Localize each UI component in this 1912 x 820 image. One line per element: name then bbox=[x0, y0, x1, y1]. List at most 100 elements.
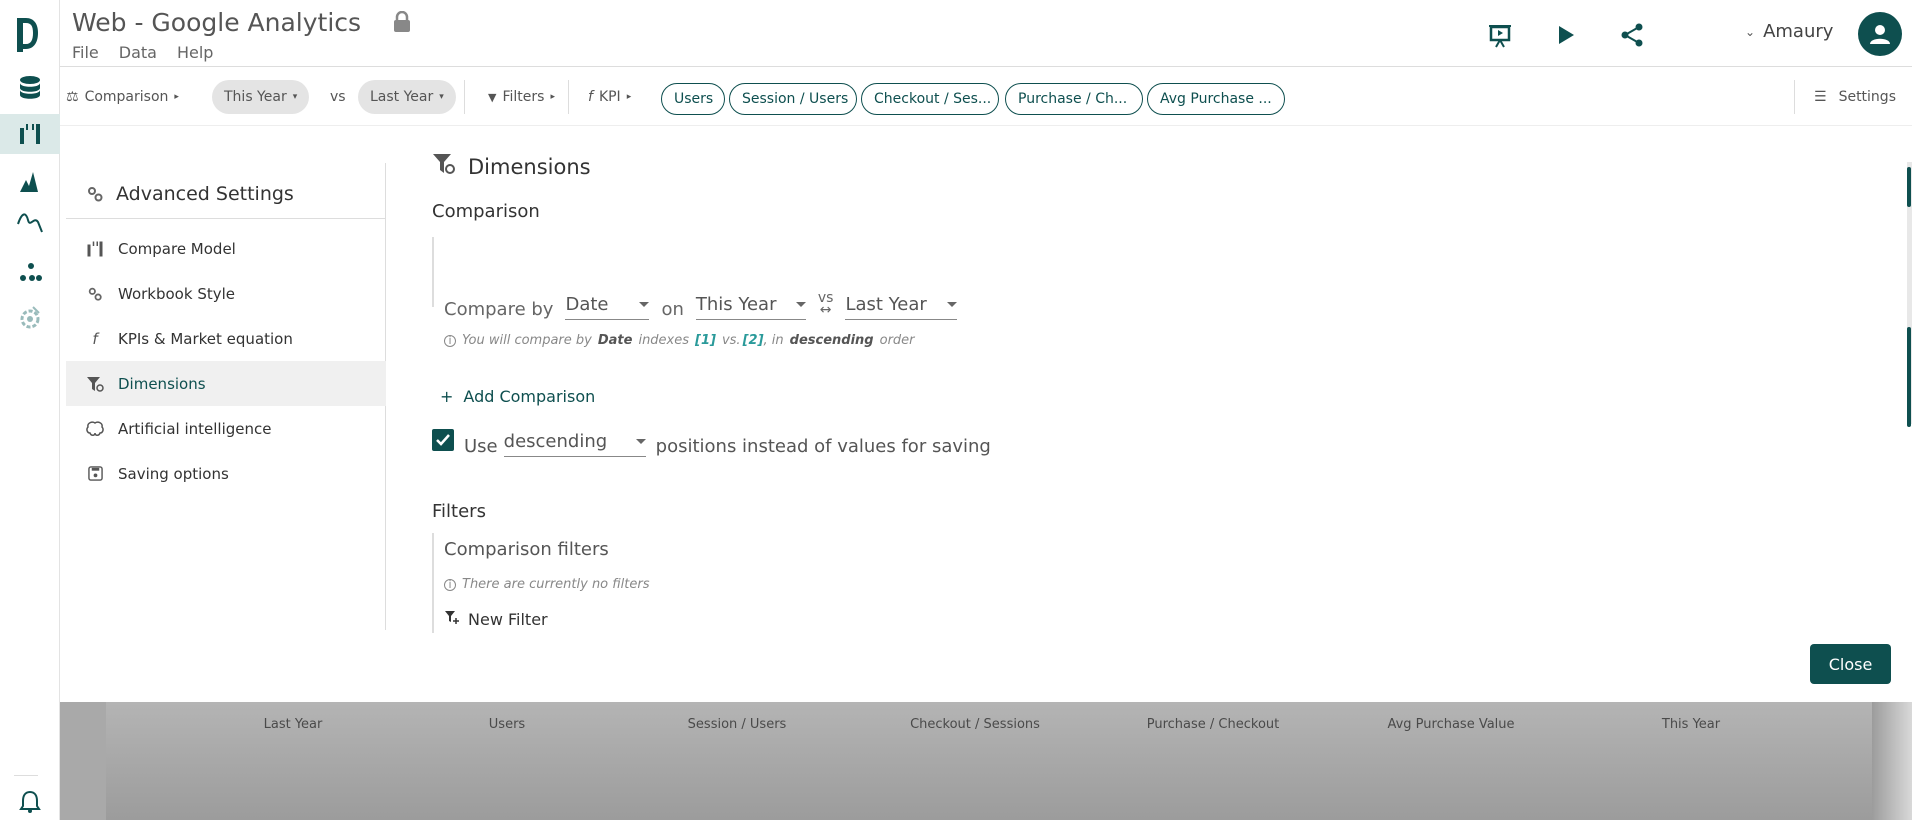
column-header: Session / Users bbox=[687, 717, 787, 732]
column-header: Users bbox=[488, 717, 526, 732]
no-filters-text: There are currently no filters bbox=[462, 577, 650, 592]
play-icon[interactable] bbox=[1551, 20, 1581, 50]
filters-label: Filters bbox=[502, 89, 545, 105]
no-filters-note: i There are currently no filters bbox=[444, 577, 650, 592]
save-icon bbox=[86, 465, 104, 483]
filter-gear-icon bbox=[432, 152, 456, 181]
caret-down-icon: ▾ bbox=[439, 92, 444, 102]
caret-right-icon: ▸ bbox=[550, 92, 555, 102]
kpi-menu[interactable]: f KPI ▸ bbox=[588, 80, 631, 114]
sidebar-item-label: Dimensions bbox=[118, 374, 206, 393]
kpi-label: KPI bbox=[598, 89, 621, 105]
kpi-pill-purchase-checkout[interactable]: Purchase / Ch... bbox=[1005, 83, 1143, 115]
sidebar-item-dimensions[interactable]: Dimensions bbox=[66, 361, 386, 406]
on-label: on bbox=[661, 299, 684, 320]
use-positions-checkbox[interactable] bbox=[432, 429, 454, 451]
ai-gear-icon[interactable] bbox=[0, 298, 60, 338]
sidebar-item-label: KPIs & Market equation bbox=[118, 329, 293, 348]
panel-title-label: Dimensions bbox=[468, 154, 591, 179]
note-text: vs. bbox=[721, 333, 741, 348]
add-comparison-label: Add Comparison bbox=[463, 387, 596, 406]
bell-icon[interactable] bbox=[0, 782, 60, 820]
close-button[interactable]: Close bbox=[1810, 644, 1891, 684]
last-year-label: Last Year bbox=[370, 89, 434, 105]
on-select[interactable]: This Year bbox=[695, 294, 806, 320]
use-label: Use bbox=[464, 436, 498, 457]
comparison-menu[interactable]: ⚖ Comparison ▸ bbox=[66, 80, 179, 114]
sidebar-divider bbox=[66, 218, 386, 219]
add-comparison-button[interactable]: + Add Comparison bbox=[440, 387, 595, 406]
vs-select[interactable]: Last Year bbox=[845, 294, 958, 320]
compare-model-icon bbox=[86, 240, 104, 258]
info-icon: i bbox=[444, 578, 456, 591]
brain-icon bbox=[86, 420, 104, 438]
scrollbar-thumb[interactable] bbox=[1907, 327, 1911, 427]
database-icon[interactable] bbox=[0, 68, 60, 108]
scale-icon: ⚖ bbox=[66, 89, 79, 105]
function-icon: f bbox=[588, 89, 593, 105]
comparison-heading: Comparison bbox=[432, 201, 540, 222]
kpi-pill-avg-purchase[interactable]: Avg Purchase ... bbox=[1147, 83, 1285, 115]
new-filter-button[interactable]: New Filter bbox=[444, 609, 548, 629]
share-icon[interactable] bbox=[1617, 20, 1647, 50]
app-logo[interactable] bbox=[14, 16, 40, 54]
rail-divider bbox=[14, 775, 38, 776]
compare-by-select[interactable]: Date bbox=[565, 294, 650, 320]
column-header: Last Year bbox=[263, 717, 323, 732]
filters-heading: Filters bbox=[432, 501, 486, 522]
user-menu[interactable]: ⌄ Amaury bbox=[1745, 21, 1833, 42]
menu-help[interactable]: Help bbox=[177, 43, 213, 62]
vs-label: vs bbox=[330, 89, 346, 105]
sidebar-item-saving[interactable]: Saving options bbox=[66, 451, 386, 496]
filters-menu[interactable]: ▼ Filters ▸ bbox=[488, 80, 555, 114]
avatar[interactable] bbox=[1858, 12, 1902, 56]
swap-vs-button[interactable]: vs ↔ bbox=[818, 291, 834, 320]
order-select[interactable]: descending bbox=[503, 431, 646, 457]
note-index-1: [1] bbox=[695, 333, 716, 348]
chevron-down-icon: ⌄ bbox=[1745, 24, 1756, 39]
sidebar-item-compare-model[interactable]: Compare Model bbox=[66, 226, 386, 271]
swap-arrows-icon: ↔ bbox=[819, 302, 832, 318]
caret-down-icon bbox=[795, 302, 806, 307]
menu-data[interactable]: Data bbox=[119, 43, 157, 62]
sidebar-item-workbook-style[interactable]: Workbook Style bbox=[66, 271, 386, 316]
order-value: descending bbox=[503, 431, 608, 452]
sidebar-item-label: Saving options bbox=[118, 464, 229, 483]
compare-row: Compare by Date on This Year vs ↔ Last Y… bbox=[444, 291, 958, 320]
settings-button[interactable]: ☰ Settings bbox=[1814, 80, 1896, 114]
caret-down-icon bbox=[639, 302, 650, 307]
section-border bbox=[432, 237, 434, 307]
chart-peak-icon[interactable] bbox=[0, 162, 60, 202]
gears-icon bbox=[86, 285, 104, 303]
menu-file[interactable]: File bbox=[72, 43, 99, 62]
sidebar-item-ai[interactable]: Artificial intelligence bbox=[66, 406, 386, 451]
settings-label: Settings bbox=[1838, 89, 1896, 105]
curve-icon[interactable] bbox=[0, 202, 60, 242]
menu-bar: File Data Help bbox=[72, 43, 213, 62]
presentation-icon[interactable] bbox=[1485, 20, 1515, 50]
caret-down-icon bbox=[635, 439, 646, 444]
this-year-label: This Year bbox=[224, 89, 287, 105]
advanced-settings-modal: Advanced Settings Compare Model Workbook… bbox=[60, 127, 1912, 702]
scatter-icon[interactable] bbox=[0, 252, 60, 292]
note-text: You will compare by bbox=[462, 333, 592, 348]
note-order: descending bbox=[789, 333, 874, 348]
compare-by-label: Compare by bbox=[444, 299, 554, 320]
compare-model-icon[interactable] bbox=[0, 114, 60, 154]
lock-icon[interactable] bbox=[393, 10, 411, 37]
caret-right-icon: ▸ bbox=[626, 92, 632, 102]
app-title: Web - Google Analytics bbox=[72, 8, 362, 37]
toolbar-divider bbox=[1794, 80, 1795, 114]
info-icon: i bbox=[444, 334, 456, 347]
plus-icon: + bbox=[440, 387, 454, 406]
sidebar-item-label: Workbook Style bbox=[118, 284, 235, 303]
kpi-pill-session-users[interactable]: Session / Users bbox=[729, 83, 857, 115]
this-year-selector[interactable]: This Year ▾ bbox=[212, 80, 310, 114]
scrollbar-thumb[interactable] bbox=[1907, 167, 1911, 207]
panel-title: Dimensions bbox=[432, 152, 591, 181]
last-year-selector[interactable]: Last Year ▾ bbox=[358, 80, 456, 114]
kpi-pill-users[interactable]: Users bbox=[661, 83, 725, 115]
settings-sidebar: Advanced Settings Compare Model Workbook… bbox=[66, 163, 386, 630]
kpi-pill-checkout-sessions[interactable]: Checkout / Ses... bbox=[861, 83, 999, 115]
sidebar-item-kpis[interactable]: f KPIs & Market equation bbox=[66, 316, 386, 361]
